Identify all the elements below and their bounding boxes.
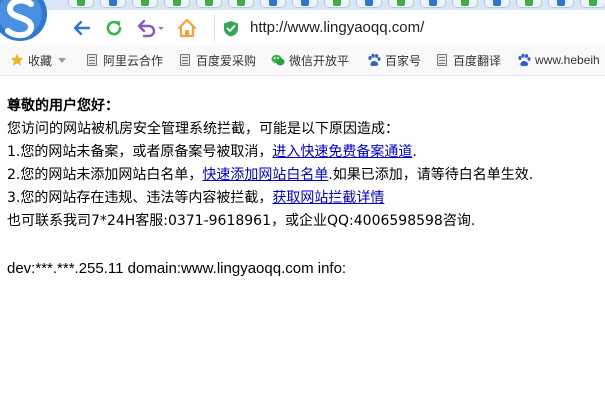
refresh-icon xyxy=(106,20,122,36)
baidu-paw-icon xyxy=(367,53,381,67)
bookmark-favorites[interactable]: 收藏 xyxy=(10,51,67,69)
reason-text: 3.您的网站存在违规、违法等内容被拦截， xyxy=(7,190,273,206)
undo-icon xyxy=(137,19,164,38)
browser-tab[interactable] xyxy=(164,0,190,8)
bookmark-item[interactable]: 百家号 xyxy=(367,51,421,69)
bookmark-label: 百度翻译 xyxy=(453,53,502,68)
star-icon xyxy=(10,53,24,67)
bookmark-item[interactable]: 阿里云合作 xyxy=(85,51,163,69)
debug-info: dev:***.***.255.11 domain:www.lingyaoqq.… xyxy=(7,260,347,277)
address-bar[interactable]: http://www.lingyaoqq.com/ xyxy=(214,15,605,41)
browser-tab[interactable] xyxy=(260,0,286,8)
url-text[interactable]: http://www.lingyaoqq.com/ xyxy=(250,19,424,36)
page-icon xyxy=(178,53,192,67)
bookmark-label: 百度爱采购 xyxy=(196,53,257,68)
bookmark-item[interactable]: 微信开放平 xyxy=(271,51,349,69)
bookmark-label: 收藏 xyxy=(28,53,53,68)
refresh-button[interactable] xyxy=(102,16,126,40)
home-button[interactable] xyxy=(175,16,199,40)
bookmark-label: 微信开放平 xyxy=(289,53,350,68)
browser-tab[interactable] xyxy=(548,0,574,8)
browser-tab[interactable] xyxy=(420,0,446,8)
block-details-link[interactable]: 获取网站拦截详情 xyxy=(272,190,384,206)
bookmark-item[interactable]: 百度爱采购 xyxy=(178,51,256,69)
free-filing-link[interactable]: 进入快速免费备案通道 xyxy=(272,144,412,160)
undo-dropdown-button[interactable] xyxy=(134,16,168,40)
navigation-bar: http://www.lingyaoqq.com/ xyxy=(0,10,605,45)
wechat-icon xyxy=(271,53,285,67)
browser-tab[interactable] xyxy=(100,0,126,8)
add-whitelist-link[interactable]: 快速添加网站白名单 xyxy=(202,167,328,183)
greeting-heading: 尊敬的用户您好： xyxy=(7,98,119,114)
browser-window: http://www.lingyaoqq.com/ 收藏 阿里云合作 百度爱采购… xyxy=(0,0,605,408)
browser-tab[interactable] xyxy=(580,0,605,8)
browser-tab[interactable] xyxy=(388,0,414,8)
browser-tab[interactable] xyxy=(484,0,510,8)
reason-line-2: 2.您的网站未添加网站白名单，快速添加网站白名单.如果已添加，请等待白名单生效. xyxy=(7,164,605,187)
reason-line-3: 3.您的网站存在违规、违法等内容被拦截，获取网站拦截详情 xyxy=(7,187,605,210)
reason-suffix: . xyxy=(412,144,417,160)
browser-tab[interactable] xyxy=(132,0,158,8)
browser-tab[interactable] xyxy=(356,0,382,8)
bookmark-label: 百家号 xyxy=(385,53,422,68)
bookmark-item[interactable]: 百度翻译 xyxy=(435,51,501,69)
back-button[interactable] xyxy=(70,16,94,40)
browser-logo-icon[interactable] xyxy=(0,0,54,44)
home-icon xyxy=(177,18,197,38)
shield-icon xyxy=(224,21,238,37)
browser-tab[interactable] xyxy=(516,0,542,8)
tab-strip xyxy=(0,0,605,10)
page-icon xyxy=(435,53,449,67)
bookmark-label: www.hebeih xyxy=(535,53,600,67)
browser-tab[interactable] xyxy=(452,0,478,8)
browser-tab[interactable] xyxy=(228,0,254,8)
chevron-down-icon xyxy=(58,53,67,67)
bookmark-item[interactable]: www.hebeih xyxy=(517,51,600,69)
browser-tab[interactable] xyxy=(68,0,94,8)
intro-text: 您访问的网站被机房安全管理系统拦截，可能是以下原因造成： xyxy=(7,121,399,137)
contact-text: 也可联系我司7*24H客服:0371-9618961，或企业QQ:4006598… xyxy=(7,213,476,229)
bookmark-label: 阿里云合作 xyxy=(103,53,164,68)
browser-tab[interactable] xyxy=(324,0,350,8)
browser-tab[interactable] xyxy=(292,0,318,8)
reason-text: 2.您的网站未添加网站白名单， xyxy=(7,167,203,183)
page-content: 尊敬的用户您好： 您访问的网站被机房安全管理系统拦截，可能是以下原因造成： 1.… xyxy=(7,95,605,280)
reason-line-1: 1.您的网站未备案，或者原备案号被取消，进入快速免费备案通道. xyxy=(7,141,605,164)
reason-text: 1.您的网站未备案，或者原备案号被取消， xyxy=(7,144,273,160)
page-icon xyxy=(85,53,99,67)
reason-suffix: .如果已添加，请等待白名单生效. xyxy=(328,167,534,183)
browser-tab[interactable] xyxy=(196,0,222,8)
baidu-paw-icon xyxy=(517,53,531,67)
back-arrow-icon xyxy=(73,20,91,36)
bookmarks-bar: 收藏 阿里云合作 百度爱采购 微信开放平 百家号 百度翻译 www.hebeih xyxy=(0,45,605,76)
